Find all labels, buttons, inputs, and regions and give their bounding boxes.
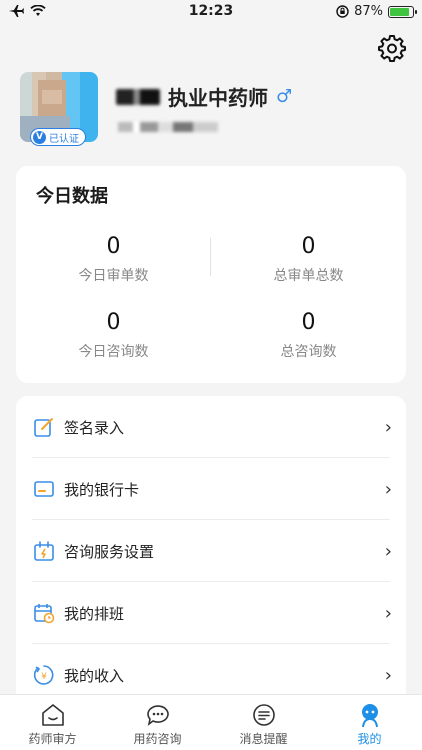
menu-item-consult-settings[interactable]: 咨询服务设置 › (16, 520, 406, 582)
consult-settings-icon (34, 541, 54, 561)
menu-item-label: 我的银行卡 (64, 480, 140, 499)
stat-today-consults: 0 今日咨询数 (16, 310, 211, 361)
message-icon (252, 704, 275, 726)
menu-item-schedule[interactable]: 我的排班 › (16, 582, 406, 644)
stat-today-orders: 0 今日审单数 (16, 234, 211, 285)
today-data-card: 今日数据 0 今日审单数 0 总审单总数 0 今日咨询数 0 总咨询数 (16, 166, 406, 383)
verified-badge: V 已认证 (30, 128, 86, 146)
blurred-name (116, 88, 160, 105)
menu-item-label: 咨询服务设置 (64, 542, 155, 561)
tab-label: 用药咨询 (133, 732, 182, 746)
battery-fill (390, 7, 410, 16)
chevron-right-icon: › (384, 602, 392, 624)
tab-pharmacist-review[interactable]: 药师审方 (0, 695, 105, 750)
status-bar: 12:23 87% (0, 0, 422, 26)
battery-percentage: 87% (354, 4, 383, 19)
orientation-lock-icon (336, 5, 349, 18)
stat-total-consults: 0 总咨询数 (211, 310, 406, 361)
stat-label: 总审单总数 (273, 268, 344, 284)
status-right: 87% (336, 4, 417, 19)
menu-card: 签名录入 › 我的银行卡 › 咨询服务设置 › 我的排班 › ¥ 我的收入 › (16, 396, 406, 706)
verified-label: 已认证 (49, 133, 79, 145)
blurred-phone (118, 122, 218, 132)
stat-value: 0 (106, 234, 121, 259)
stat-value: 0 (301, 310, 316, 335)
tab-label: 药师审方 (28, 732, 77, 746)
bank-card-icon (34, 481, 54, 497)
profile-icon (361, 704, 378, 728)
stat-total-orders: 0 总审单总数 (211, 234, 406, 285)
tab-label: 我的 (357, 732, 382, 746)
today-data-title: 今日数据 (36, 186, 108, 207)
profile-header: V 已认证 执业中药师 ♂ (20, 72, 410, 152)
menu-item-signature[interactable]: 签名录入 › (16, 396, 406, 458)
income-icon: ¥ (33, 665, 54, 685)
chevron-right-icon: › (384, 478, 392, 500)
menu-item-label: 我的排班 (64, 604, 125, 623)
tab-bar: 药师审方 用药咨询 消息提醒 我的 (0, 694, 422, 750)
menu-item-bank-card[interactable]: 我的银行卡 › (16, 458, 406, 520)
tab-medication-consult[interactable]: 用药咨询 (105, 695, 210, 750)
stat-value: 0 (106, 310, 121, 335)
chevron-right-icon: › (384, 416, 392, 438)
stat-label: 今日审单数 (78, 268, 149, 284)
pharmacist-title: 执业中药师 (168, 86, 268, 110)
tab-mine[interactable]: 我的 (317, 695, 422, 750)
name-row: 执业中药师 ♂ (116, 82, 292, 111)
menu-item-label: 签名录入 (64, 418, 125, 437)
stat-value: 0 (301, 234, 316, 259)
tab-message-reminder[interactable]: 消息提醒 (211, 695, 316, 750)
schedule-icon (34, 604, 55, 624)
chevron-right-icon: › (384, 540, 392, 562)
chevron-right-icon: › (384, 664, 392, 686)
gear-icon[interactable] (378, 34, 406, 62)
menu-item-label: 我的收入 (64, 666, 125, 685)
tab-label: 消息提醒 (239, 732, 288, 746)
chat-icon (146, 705, 169, 726)
verified-icon: V (33, 130, 46, 144)
stat-label: 今日咨询数 (78, 344, 149, 360)
male-icon: ♂ (276, 86, 293, 107)
signature-icon (34, 418, 53, 437)
avatar-pixel (42, 90, 62, 104)
stat-label: 总咨询数 (280, 344, 337, 360)
battery-icon (388, 5, 417, 18)
home-icon (41, 704, 64, 726)
svg-text:¥: ¥ (41, 672, 47, 682)
